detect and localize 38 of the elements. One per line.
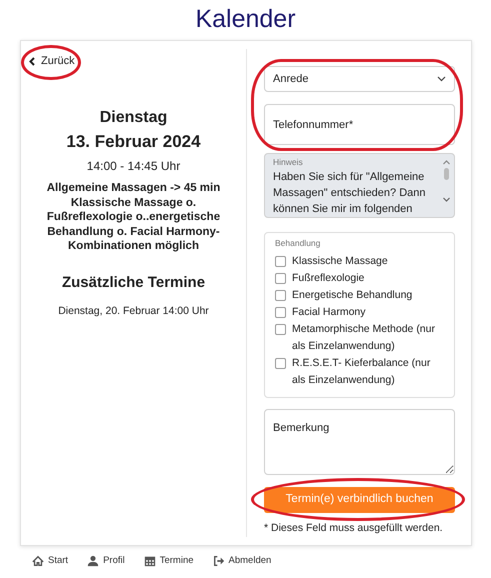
day-heading: Dienstag <box>98 108 168 128</box>
nav-link[interactable]: Start <box>32 554 68 568</box>
option-label[interactable]: Fußreflexologie <box>292 270 364 287</box>
remark-field[interactable]: Bemerkung <box>264 408 455 475</box>
nav-link[interactable]: Profil <box>87 554 125 568</box>
hint-text: Haben Sie sich für "Allgemeine Massagen" entschieden? Dann können Sie mir im folgenden <box>273 170 427 217</box>
logout-icon <box>212 555 225 568</box>
description-text: Allgemeine Massagen -> 45 min Klassische Massage o. Fußreflexologie o..energetische Behandlung o. Facial Harmony-Kombinationen möglich <box>46 181 222 254</box>
option-label[interactable]: Energetische Behandlung <box>292 286 412 304</box>
date-text: Dienstag, 20. Februar 14:00 Uhr <box>57 304 210 320</box>
hint-label: Hinweis <box>273 156 304 169</box>
option-label[interactable]: R.E.S.E.T- Kieferbalance (nur als Einzelanwendung) <box>292 354 444 389</box>
date-heading: 13. Februar 2024 <box>65 131 202 154</box>
page-title: Kalender <box>194 4 297 34</box>
group-legend: Behandlung <box>275 237 444 250</box>
calendar-icon <box>144 555 156 568</box>
checkbox[interactable] <box>275 358 286 369</box>
checkbox[interactable] <box>275 256 286 267</box>
checkbox[interactable] <box>275 324 286 335</box>
chevron-left-icon <box>29 56 35 66</box>
phone-field[interactable]: Telefonnummer* <box>264 104 455 145</box>
checkbox[interactable] <box>275 272 286 284</box>
option-label[interactable]: Metamorphische Methode (nur als Einzelanwendung) <box>292 320 444 355</box>
required-note: * Dieses Feld muss ausgefüllt werden. <box>264 520 444 536</box>
nav-link[interactable]: Abmelden <box>212 554 272 568</box>
chevron-down-icon <box>437 76 446 82</box>
salutation-select[interactable]: Anrede <box>264 66 455 92</box>
option-label[interactable]: Klassische Massage <box>292 252 388 270</box>
section-heading: Zusätzliche Termine <box>60 272 206 293</box>
checkbox[interactable] <box>275 306 286 318</box>
checkbox[interactable] <box>275 290 286 301</box>
hint-field[interactable]: Hinweis Haben Sie sich für "Allgemeine Massagen" entschieden? Dann können Sie mir im folgenden <box>264 153 455 218</box>
nav-link[interactable]: Termine <box>144 554 194 568</box>
option-label[interactable]: Facial Harmony <box>292 304 366 321</box>
time-text: 14:00 - 14:45 Uhr <box>86 158 182 176</box>
user-icon <box>87 555 100 568</box>
home-icon <box>32 555 44 568</box>
back-link[interactable]: Zurück <box>29 53 75 70</box>
